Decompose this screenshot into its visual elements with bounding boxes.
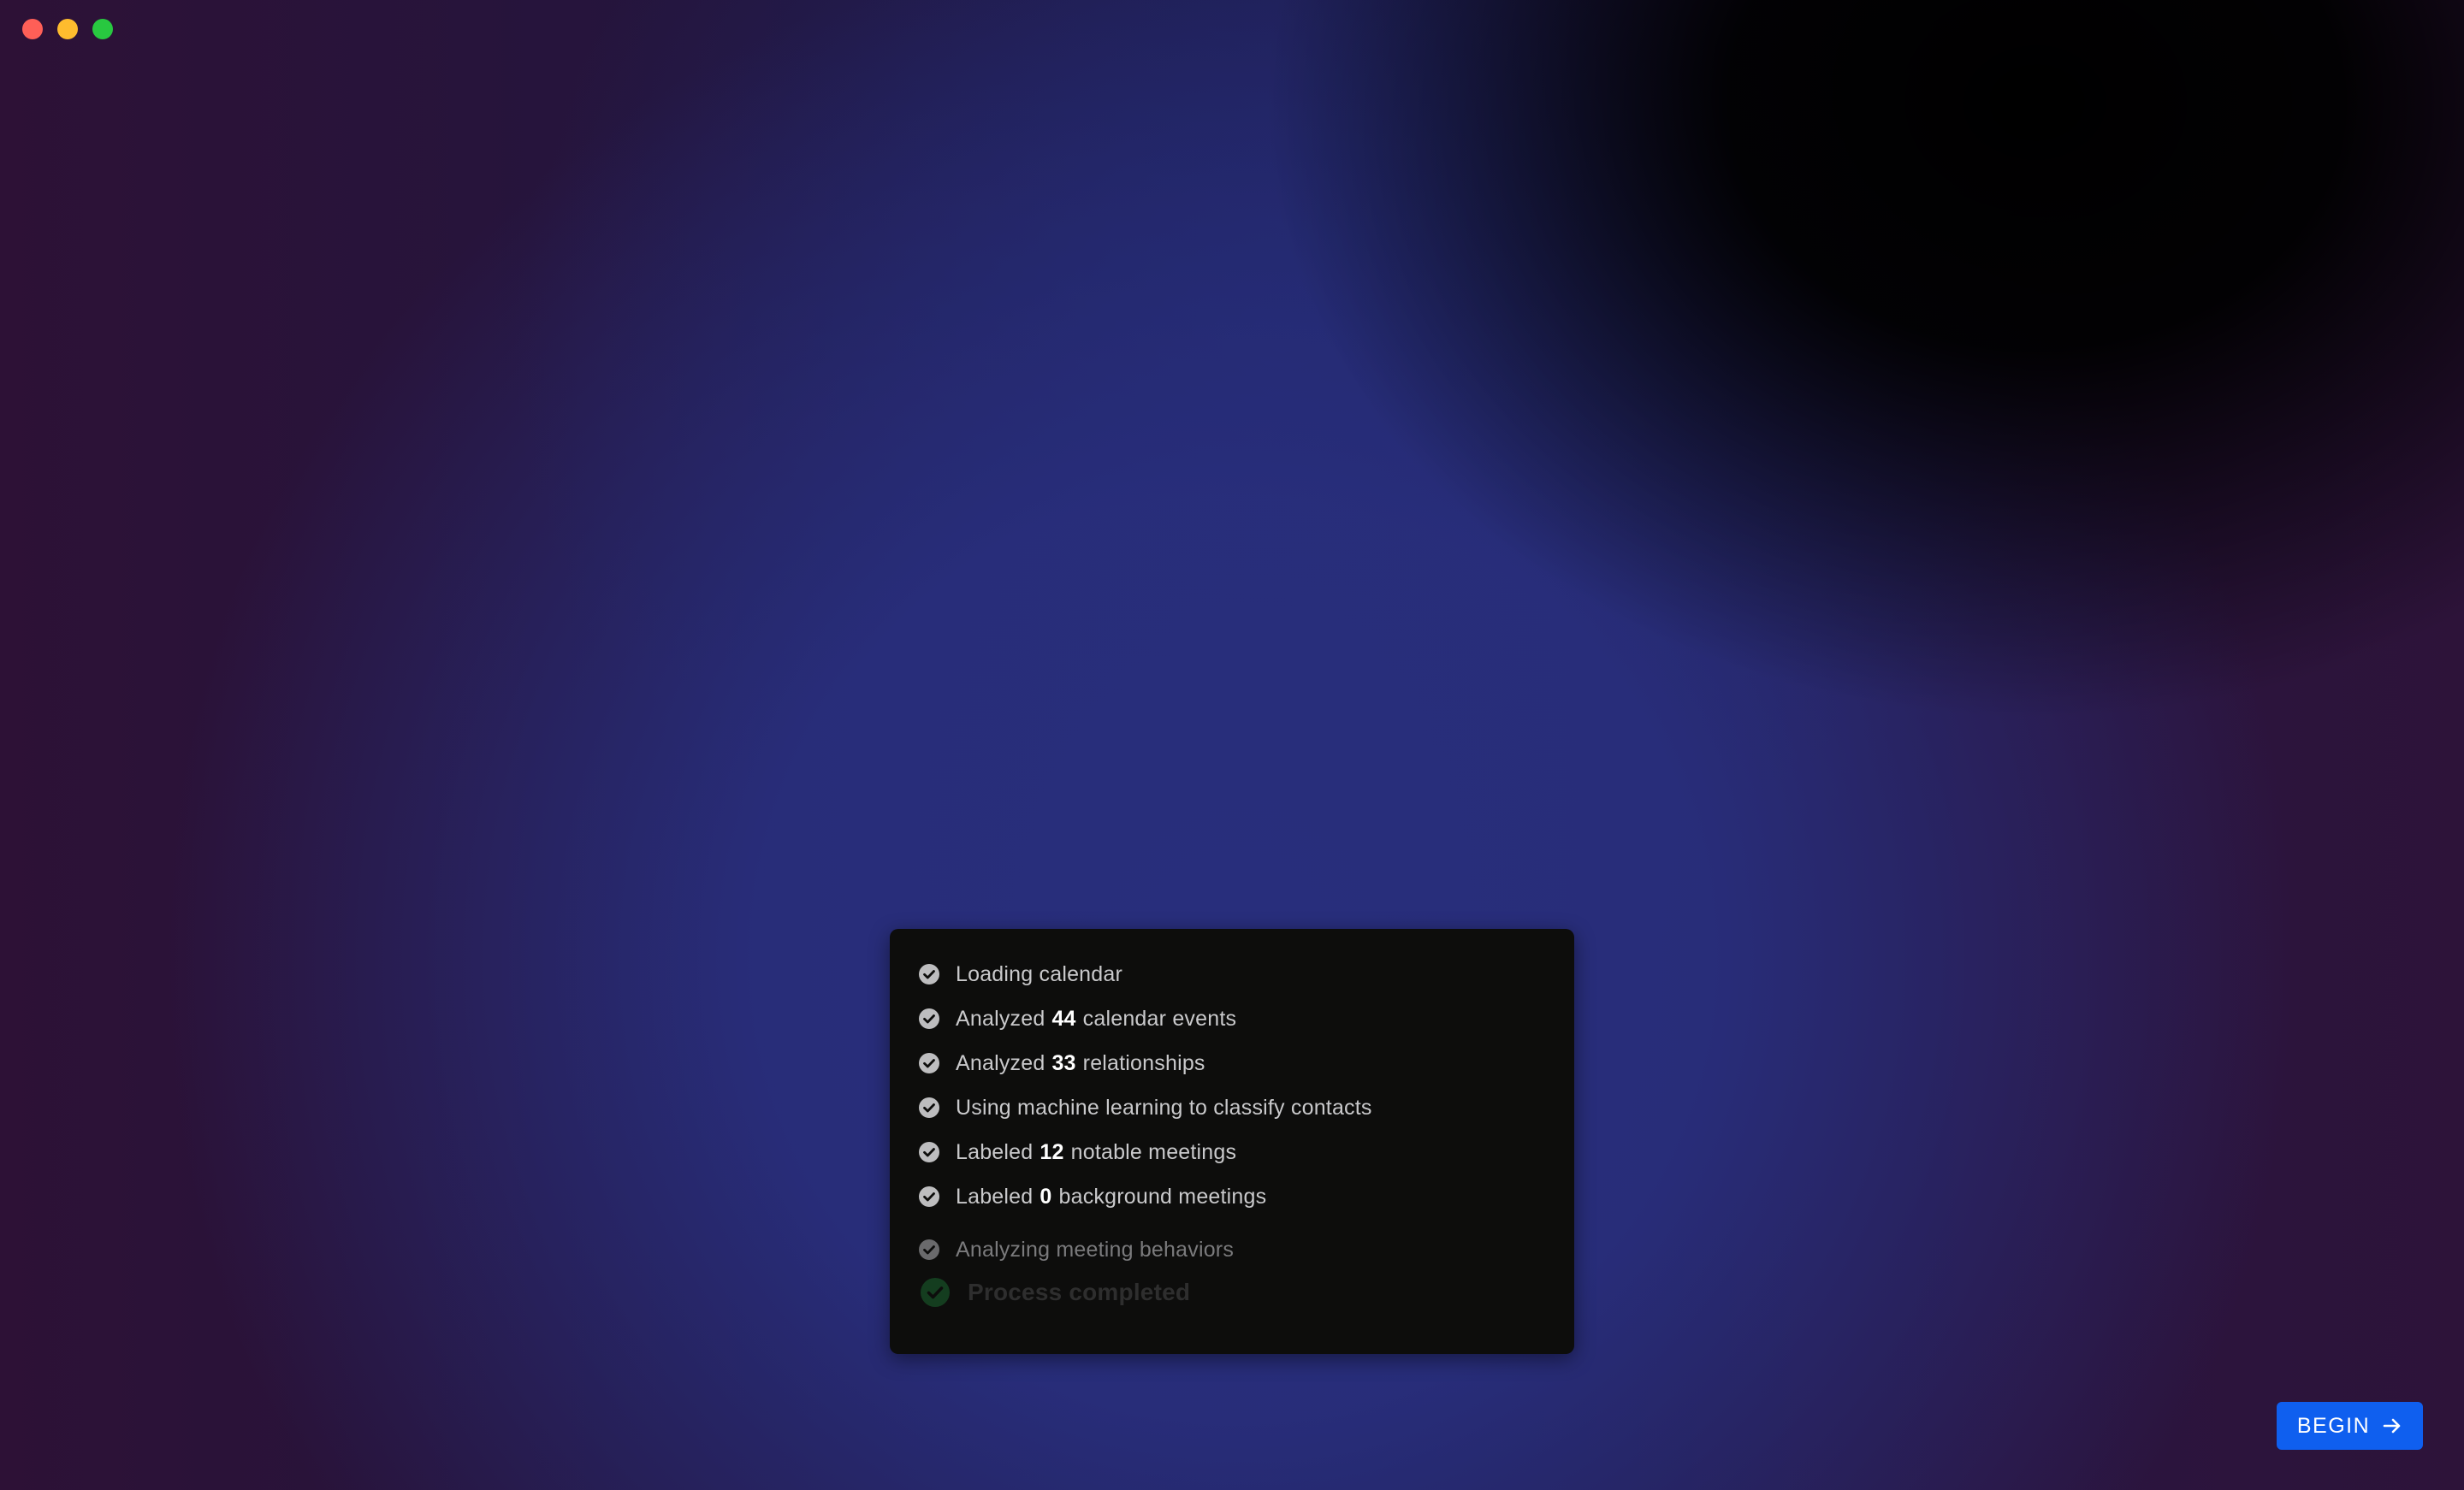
step-analyzed-relationships: Analyzed 33 relationships bbox=[918, 1049, 1205, 1078]
arrow-right-icon bbox=[2383, 1418, 2401, 1434]
step-count: 44 bbox=[1051, 1006, 1076, 1031]
check-circle-icon bbox=[919, 1142, 939, 1162]
minimize-window-button[interactable] bbox=[57, 19, 78, 39]
step-loading-calendar: Loading calendar bbox=[918, 960, 1122, 989]
step-text-suffix: calendar events bbox=[1082, 1006, 1237, 1031]
step-text: Process completed bbox=[968, 1279, 1191, 1305]
step-count: 33 bbox=[1051, 1050, 1076, 1075]
step-analyzed-events: Analyzed 44 calendar events bbox=[918, 1004, 1236, 1033]
check-circle-icon bbox=[919, 1053, 939, 1073]
step-count: 0 bbox=[1040, 1184, 1052, 1209]
step-labeled-notable: Labeled 12 notable meetings bbox=[918, 1138, 1236, 1167]
step-classify-contacts: Using machine learning to classify conta… bbox=[918, 1093, 1372, 1122]
step-text-prefix: Analyzed bbox=[956, 1006, 1045, 1031]
check-circle-icon bbox=[919, 964, 939, 984]
step-count: 12 bbox=[1040, 1139, 1064, 1164]
check-circle-icon bbox=[919, 1186, 939, 1207]
step-process-completed: Process completed bbox=[920, 1275, 1190, 1310]
maximize-window-button[interactable] bbox=[92, 19, 113, 39]
step-text: Analyzing meeting behaviors bbox=[956, 1237, 1235, 1262]
begin-button-label: BEGIN bbox=[2296, 1413, 2371, 1438]
check-circle-icon bbox=[921, 1278, 950, 1307]
step-text-suffix: background meetings bbox=[1058, 1184, 1267, 1209]
step-text-prefix: Labeled bbox=[956, 1139, 1034, 1164]
step-labeled-background: Labeled 0 background meetings bbox=[918, 1182, 1266, 1211]
check-circle-icon bbox=[919, 1097, 939, 1118]
check-circle-icon bbox=[919, 1239, 939, 1260]
step-text-suffix: relationships bbox=[1082, 1050, 1205, 1075]
begin-button[interactable]: BEGIN bbox=[2277, 1402, 2423, 1450]
step-text: Using machine learning to classify conta… bbox=[956, 1095, 1372, 1120]
app-window: Loading calendar Analyzed 44 calendar ev… bbox=[0, 0, 2464, 1490]
window-controls bbox=[22, 19, 113, 39]
close-window-button[interactable] bbox=[22, 19, 43, 39]
step-analyzing-behaviors: Analyzing meeting behaviors bbox=[918, 1235, 1234, 1264]
step-text-prefix: Analyzed bbox=[956, 1050, 1045, 1075]
step-text: Loading calendar bbox=[956, 961, 1123, 986]
step-text-prefix: Labeled bbox=[956, 1184, 1034, 1209]
analysis-progress-panel: Loading calendar Analyzed 44 calendar ev… bbox=[890, 929, 1574, 1354]
check-circle-icon bbox=[919, 1008, 939, 1029]
step-text-suffix: notable meetings bbox=[1070, 1139, 1237, 1164]
